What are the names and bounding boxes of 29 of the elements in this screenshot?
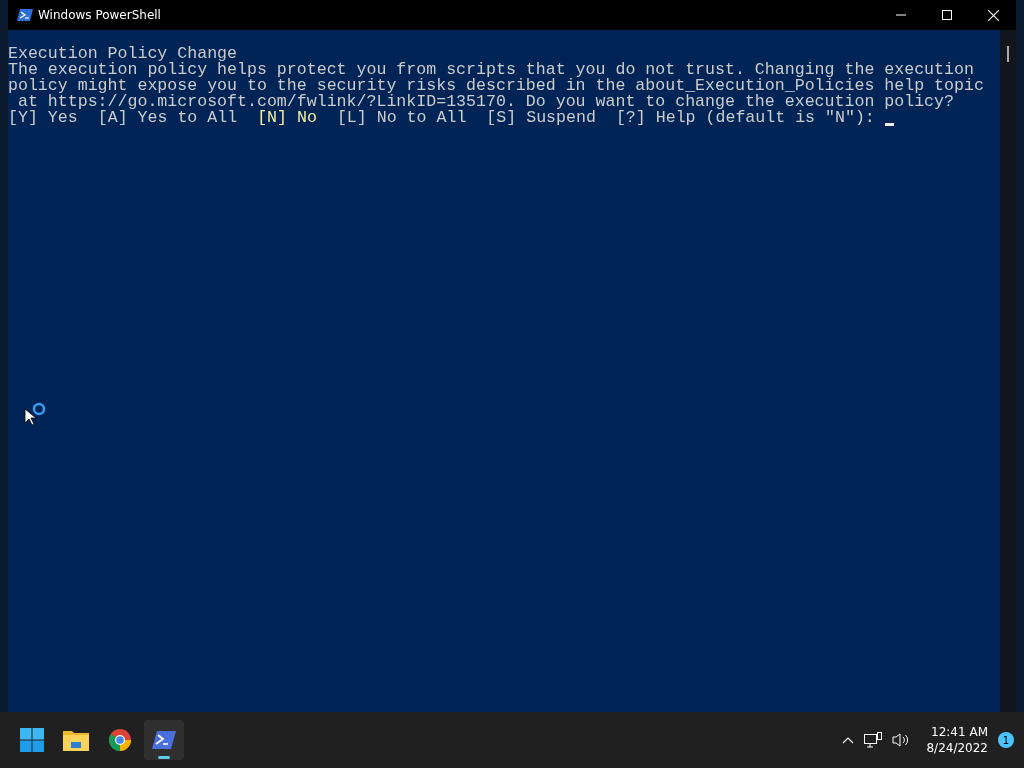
console-line: The execution policy helps protect you from scripts that you do not trust. Changing the execution xyxy=(8,62,974,78)
console-heading: Execution Policy Change xyxy=(8,46,238,62)
network-icon[interactable] xyxy=(864,732,883,748)
volume-icon[interactable] xyxy=(892,732,911,748)
notification-badge[interactable]: 1 xyxy=(998,732,1014,748)
close-icon xyxy=(987,9,999,21)
prompt-option: [?] Help (default is "N"): xyxy=(615,110,875,126)
prompt-option: [Y] Yes xyxy=(8,110,78,126)
folder-icon xyxy=(63,729,89,751)
console-line: at https://go.microsoft.com/fwlink/?LinkID=135170. Do you want to change the execution policy? xyxy=(17,94,954,110)
prompt-option: [N] No xyxy=(257,110,317,126)
powershell-icon xyxy=(17,8,33,22)
prompt-option: [A] Yes to All xyxy=(97,110,238,126)
chevron-up-icon[interactable] xyxy=(842,736,855,744)
busy-icon xyxy=(32,402,46,416)
console-line: policy might expose you to the security risks described in the about_Execution_Policies help topic xyxy=(8,78,985,94)
scrollbar[interactable] xyxy=(1000,30,1016,712)
prompt-option: [S] Suspend xyxy=(486,110,596,126)
clock-date[interactable]: 8/24/2022 xyxy=(926,740,988,756)
maximize-icon xyxy=(942,10,952,20)
taskbar-app[interactable] xyxy=(144,720,184,760)
pointer-icon xyxy=(24,408,36,426)
chrome-icon xyxy=(108,728,132,752)
prompt-option: [L] No to All xyxy=(336,110,467,126)
text-cursor xyxy=(884,123,894,126)
powershell-icon xyxy=(152,730,176,750)
windows-logo-icon xyxy=(20,728,44,752)
clock-time[interactable]: 12:41 AM xyxy=(931,724,988,740)
window-title: Windows PowerShell xyxy=(38,8,162,22)
